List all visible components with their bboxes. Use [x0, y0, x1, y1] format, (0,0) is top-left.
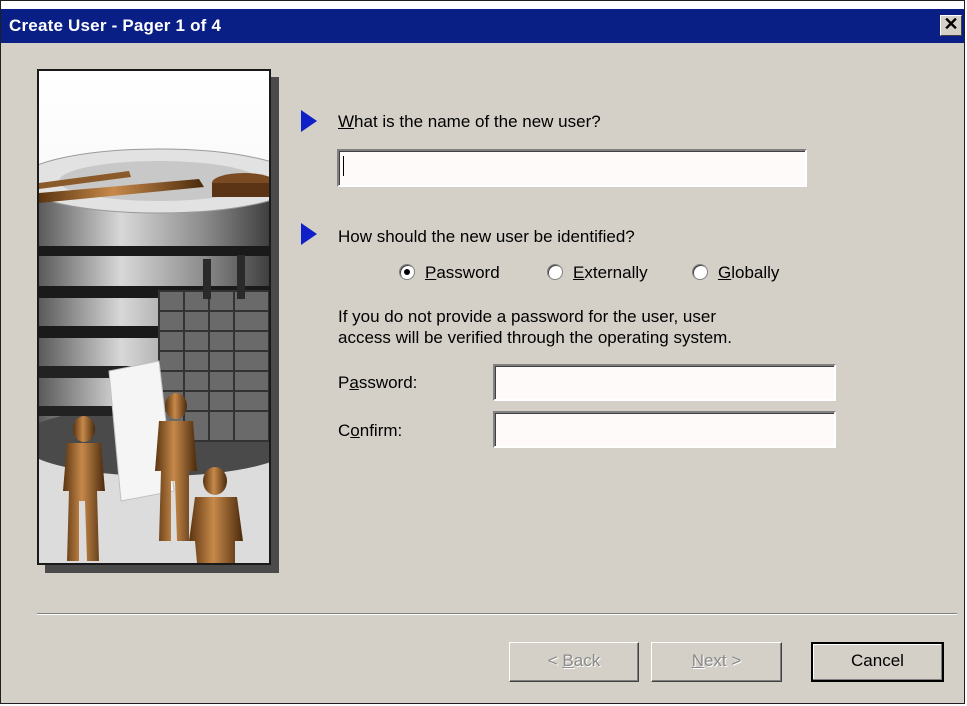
database-server-illustration-icon: [37, 69, 271, 565]
title-bar-top-edge: [1, 1, 964, 9]
name-question-pointer-icon: [301, 110, 317, 132]
name-question-label: What is the name of the new user?: [338, 112, 601, 131]
radio-password-label[interactable]: Password: [425, 263, 500, 283]
radio-password-button[interactable]: [399, 264, 415, 280]
radio-globally-button[interactable]: [692, 264, 708, 280]
password-label: Password:: [338, 373, 418, 392]
confirm-label: Confirm:: [338, 421, 403, 440]
radio-selected-dot: [404, 269, 410, 275]
cancel-button[interactable]: Cancel: [811, 642, 944, 682]
password-input[interactable]: [493, 364, 836, 401]
radio-externally-label[interactable]: Externally: [573, 263, 648, 283]
text-caret: [343, 156, 344, 176]
button-separator: [37, 613, 957, 615]
identify-question-pointer-icon: [301, 223, 317, 245]
info-text-line-2: access will be verified through the oper…: [338, 328, 733, 347]
title-bar[interactable]: Create User - Pager 1 of 4 ✕: [1, 9, 964, 43]
info-text-line-1: If you do not provide a password for the…: [338, 307, 716, 326]
close-icon: ✕: [943, 14, 959, 34]
window-title: Create User - Pager 1 of 4: [9, 16, 222, 35]
radio-externally-button[interactable]: [547, 264, 563, 280]
radio-globally-label[interactable]: Globally: [718, 263, 779, 283]
identify-question-label: How should the new user be identified?: [338, 227, 635, 246]
back-button[interactable]: < Back: [509, 642, 639, 682]
illustration-graphic: [39, 148, 269, 563]
next-button[interactable]: Next >: [651, 642, 782, 682]
user-name-input[interactable]: [337, 149, 807, 187]
confirm-input[interactable]: [493, 411, 836, 448]
create-user-dialog: Create User - Pager 1 of 4 ✕ What is the…: [0, 0, 965, 704]
close-button[interactable]: ✕: [940, 14, 962, 36]
